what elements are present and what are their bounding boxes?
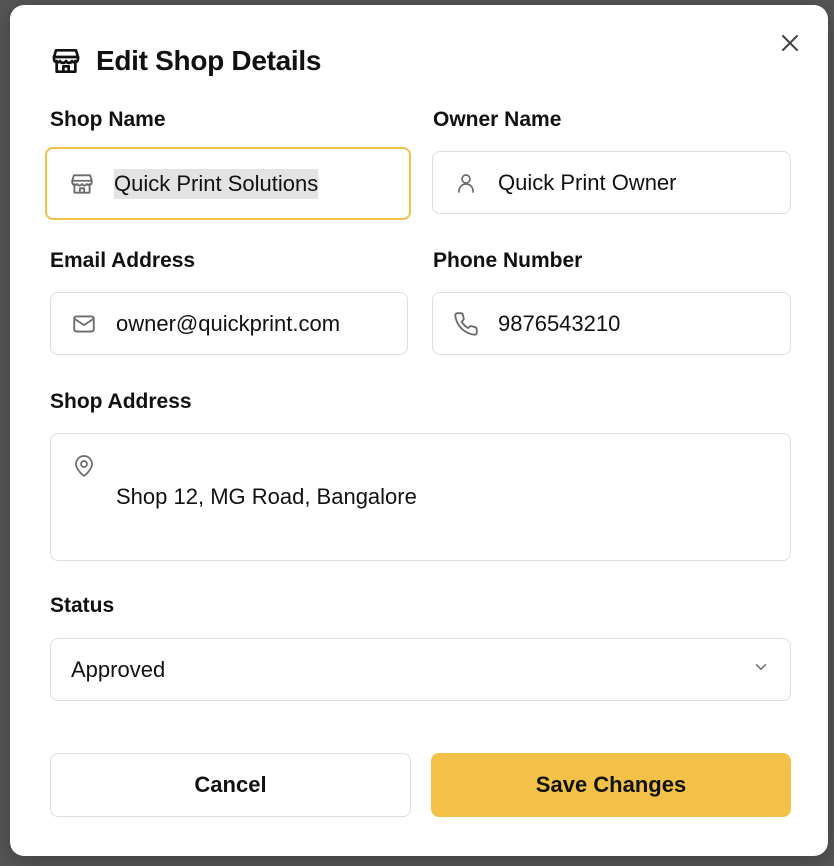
cancel-button[interactable]: Cancel xyxy=(50,753,411,817)
address-textarea[interactable]: Shop 12, MG Road, Bangalore xyxy=(50,433,791,561)
close-icon xyxy=(782,35,798,51)
status-label: Status xyxy=(50,594,115,617)
mail-icon xyxy=(71,311,97,337)
status-value: Approved xyxy=(71,656,166,682)
status-select[interactable]: Approved xyxy=(50,638,791,701)
phone-value[interactable]: 9876543210 xyxy=(498,311,620,337)
owner-name-value[interactable]: Quick Print Owner xyxy=(498,170,677,196)
store-icon xyxy=(69,171,95,197)
dialog-title: Edit Shop Details xyxy=(96,45,322,76)
close-button[interactable] xyxy=(776,29,804,57)
email-label: Email Address xyxy=(50,249,196,272)
shop-name-value[interactable]: Quick Print Solutions xyxy=(114,168,319,199)
email-input[interactable]: owner@quickprint.com xyxy=(50,292,408,355)
store-icon xyxy=(50,45,82,77)
dialog-header: Edit Shop Details xyxy=(50,41,321,81)
phone-icon xyxy=(453,311,479,337)
chevron-down-icon xyxy=(752,658,770,681)
shop-name-input[interactable]: Quick Print Solutions xyxy=(45,147,411,220)
phone-input[interactable]: 9876543210 xyxy=(432,292,791,355)
save-changes-button[interactable]: Save Changes xyxy=(431,753,791,817)
address-value[interactable]: Shop 12, MG Road, Bangalore xyxy=(116,484,417,510)
shop-name-label: Shop Name xyxy=(50,108,166,131)
owner-name-input[interactable]: Quick Print Owner xyxy=(432,151,791,214)
user-icon xyxy=(453,170,479,196)
edit-shop-dialog: Edit Shop Details Shop Name Quick Print … xyxy=(10,5,828,856)
email-value[interactable]: owner@quickprint.com xyxy=(116,311,340,337)
address-label: Shop Address xyxy=(50,390,192,413)
phone-label: Phone Number xyxy=(433,249,583,272)
owner-name-label: Owner Name xyxy=(433,108,562,131)
map-pin-icon xyxy=(71,453,97,479)
